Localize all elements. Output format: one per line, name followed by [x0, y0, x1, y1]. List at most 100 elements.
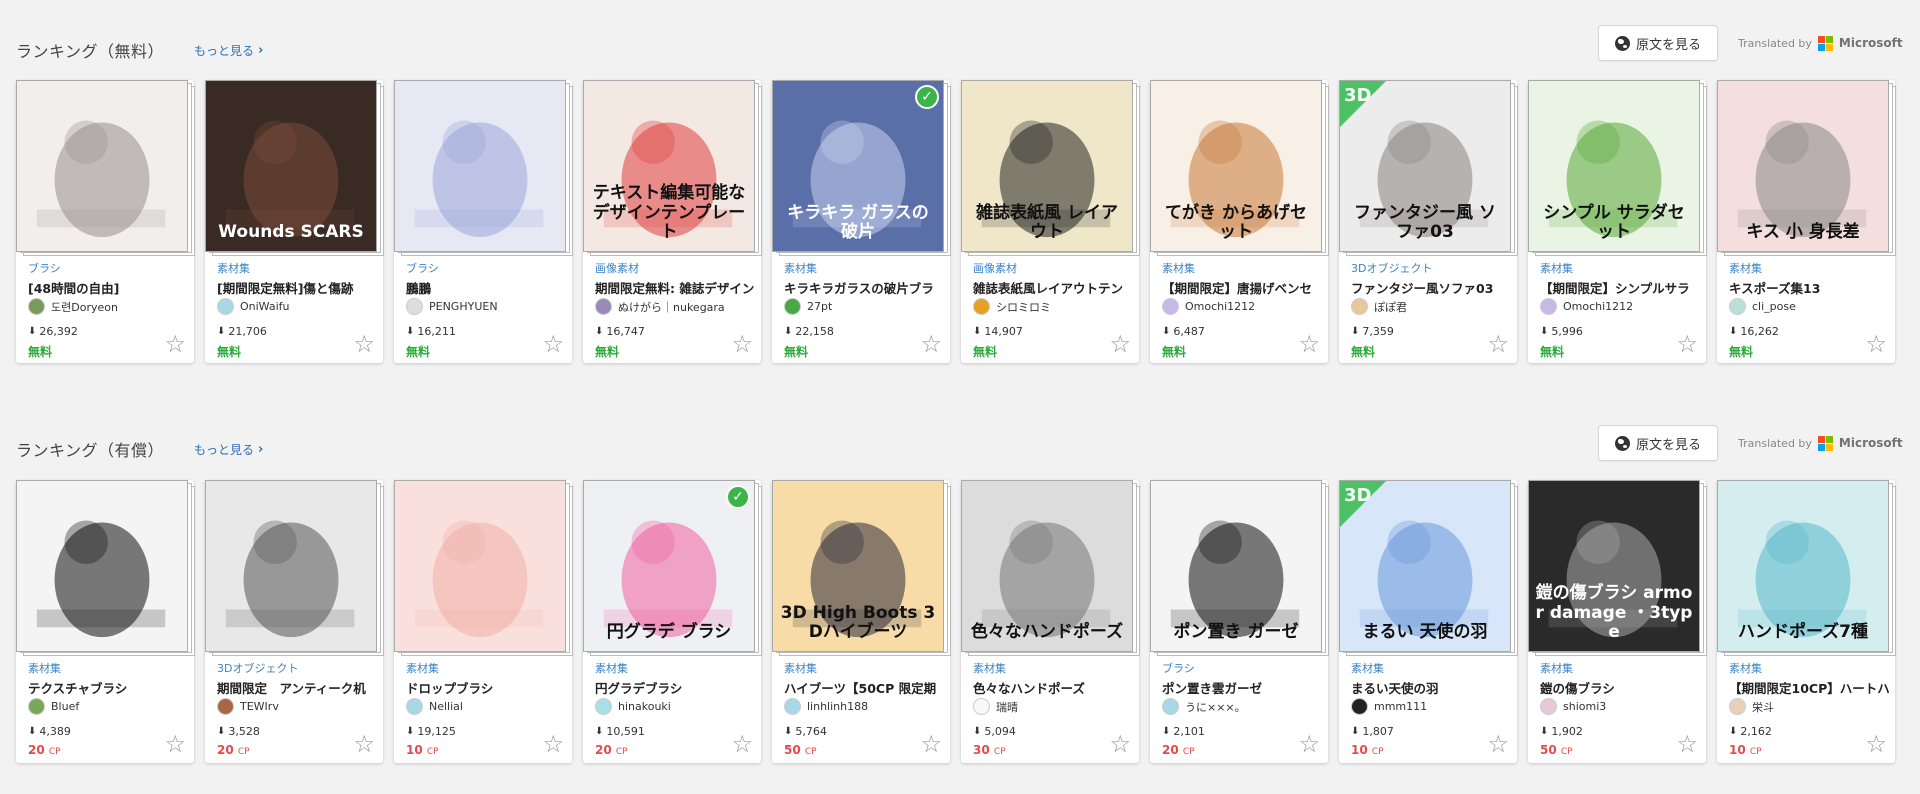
thumbnail-image[interactable]: ポン置き ガーゼ [1150, 480, 1322, 652]
card-category[interactable]: 素材集 [784, 660, 817, 676]
card-title[interactable]: キラキラガラスの破片ブラ [784, 278, 944, 297]
asset-card[interactable]: ブラシ 鵬鵬 PENGHYUEN ⬇ 16,211 無料 ☆ [394, 80, 573, 363]
thumbnail-image[interactable]: シンプル サラダセット [1528, 80, 1700, 252]
card-author[interactable]: 瑞晴 [973, 698, 1133, 715]
card-title[interactable]: 円グラデブラシ [595, 678, 755, 697]
favorite-star-icon[interactable]: ☆ [164, 332, 186, 356]
thumbnail-image[interactable]: キス 小 身長差 [1717, 80, 1889, 252]
card-author[interactable]: TEWIrv [217, 698, 377, 715]
card-title[interactable]: ハイブーツ【50CP 限定期 [784, 678, 944, 697]
thumbnail-image[interactable]: 3D ファンタジー風 ソファ03 [1339, 80, 1511, 252]
asset-card[interactable]: ポン置き ガーゼ ブラシ ポン置き雲ガーゼ うに×××。 ⬇ 2,101 20 CP ☆ [1150, 480, 1329, 763]
favorite-star-icon[interactable]: ☆ [1109, 332, 1131, 356]
card-category[interactable]: 素材集 [1351, 660, 1384, 676]
card-author[interactable]: PENGHYUEN [406, 298, 566, 315]
asset-card[interactable]: シンプル サラダセット 素材集 【期間限定】シンプルサラ Omochi1212 ⬇ 5,9… [1528, 80, 1707, 363]
favorite-star-icon[interactable]: ☆ [164, 732, 186, 756]
thumbnail-image[interactable] [205, 480, 377, 652]
card-category[interactable]: 素材集 [1540, 660, 1573, 676]
card-title[interactable]: 鎧の傷ブラシ [1540, 678, 1700, 697]
asset-card[interactable]: ハンドポーズ7種 素材集 【期間限定10CP】ハートハ 栄斗 ⬇ 2,162 10 CP ☆ [1717, 480, 1896, 763]
card-category[interactable]: 素材集 [973, 660, 1006, 676]
card-author[interactable]: Omochi1212 [1540, 298, 1700, 315]
favorite-star-icon[interactable]: ☆ [920, 732, 942, 756]
card-title[interactable]: 【期間限定】唐揚げベンセ [1162, 278, 1322, 297]
more-link[interactable]: もっと見る › [194, 441, 263, 458]
card-author[interactable]: ぽぽ君 [1351, 298, 1511, 315]
thumbnail-image[interactable]: 色々なハンドポーズ [961, 480, 1133, 652]
asset-card[interactable]: 素材集 ドロップブラシ Nellial ⬇ 19,125 10 CP ☆ [394, 480, 573, 763]
card-author[interactable]: Bluef [28, 698, 188, 715]
asset-card[interactable]: 3D まるい 天使の羽 素材集 まるい天使の羽 mmm111 ⬇ 1,807 10 CP ☆ [1339, 480, 1518, 763]
card-category[interactable]: 素材集 [28, 660, 61, 676]
card-category[interactable]: 素材集 [1729, 260, 1762, 276]
card-title[interactable]: テクスチャブラシ [28, 678, 188, 697]
favorite-star-icon[interactable]: ☆ [542, 732, 564, 756]
asset-card[interactable]: 3Dオブジェクト 期間限定 アンティーク机 TEWIrv ⬇ 3,528 20 CP ☆ [205, 480, 384, 763]
asset-card[interactable]: ブラシ [48時間の自由] 도련Doryeon ⬇ 26,392 無料 ☆ [16, 80, 195, 363]
card-title[interactable]: 【期間限定】シンプルサラ [1540, 278, 1700, 297]
thumbnail-image[interactable] [16, 80, 188, 252]
favorite-star-icon[interactable]: ☆ [353, 732, 375, 756]
asset-card[interactable]: Wounds SCARS 素材集 [期間限定無料]傷と傷跡 OniWaifu ⬇ 21,7… [205, 80, 384, 363]
card-author[interactable]: ぬけがら｜nukegara [595, 298, 755, 315]
favorite-star-icon[interactable]: ☆ [1487, 732, 1509, 756]
more-link[interactable]: もっと見る › [194, 42, 263, 59]
asset-card[interactable]: キス 小 身長差 素材集 キスポーズ集13 cli_pose ⬇ 16,262 無料 ☆ [1717, 80, 1896, 363]
view-original-button[interactable]: 原文を見る [1598, 425, 1718, 461]
card-title[interactable]: 【期間限定10CP】ハートハ [1729, 678, 1889, 697]
thumbnail-image[interactable] [16, 480, 188, 652]
thumbnail-image[interactable]: Wounds SCARS [205, 80, 377, 252]
thumbnail-image[interactable]: 雑誌表紙風 レイアウト [961, 80, 1133, 252]
card-author[interactable]: うに×××。 [1162, 698, 1322, 715]
card-author[interactable]: 도련Doryeon [28, 298, 188, 315]
card-author[interactable]: 栄斗 [1729, 698, 1889, 715]
card-category[interactable]: ブラシ [406, 260, 439, 276]
thumbnail-image[interactable] [394, 480, 566, 652]
favorite-star-icon[interactable]: ☆ [920, 332, 942, 356]
card-title[interactable]: 期間限定無料: 雑誌デザイン [595, 278, 755, 297]
card-author[interactable]: shiomi3 [1540, 698, 1700, 715]
thumbnail-image[interactable] [394, 80, 566, 252]
thumbnail-image[interactable]: テキスト編集可能なデザインテンプレート [583, 80, 755, 252]
thumbnail-image[interactable]: 3D まるい 天使の羽 [1339, 480, 1511, 652]
thumbnail-image[interactable]: ハンドポーズ7種 [1717, 480, 1889, 652]
asset-card[interactable]: 色々なハンドポーズ 素材集 色々なハンドポーズ 瑞晴 ⬇ 5,094 30 CP ☆ [961, 480, 1140, 763]
card-title[interactable]: ドロップブラシ [406, 678, 566, 697]
card-category[interactable]: 画像素材 [595, 260, 639, 276]
favorite-star-icon[interactable]: ☆ [1109, 732, 1131, 756]
card-category[interactable]: 素材集 [784, 260, 817, 276]
card-category[interactable]: ブラシ [28, 260, 61, 276]
card-title[interactable]: 鵬鵬 [406, 278, 566, 297]
card-author[interactable]: mmm111 [1351, 698, 1511, 715]
asset-card[interactable]: テキスト編集可能なデザインテンプレート画像素材期間限定無料: 雑誌デザイン ぬけが… [583, 80, 762, 363]
card-title[interactable]: ポン置き雲ガーゼ [1162, 678, 1322, 697]
favorite-star-icon[interactable]: ☆ [1865, 332, 1887, 356]
card-author[interactable]: linhlinh188 [784, 698, 944, 715]
thumbnail-image[interactable]: 鎧の傷ブラシ armor damage ・3type [1528, 480, 1700, 652]
asset-card[interactable]: 雑誌表紙風 レイアウト 画像素材 雑誌表紙風レイアウトテン シロミロミ ⬇ 14,907 無… [961, 80, 1140, 363]
card-title[interactable]: 雑誌表紙風レイアウトテン [973, 278, 1133, 297]
card-title[interactable]: 色々なハンドポーズ [973, 678, 1133, 697]
card-author[interactable]: Omochi1212 [1162, 298, 1322, 315]
card-category[interactable]: 素材集 [1540, 260, 1573, 276]
card-category[interactable]: 素材集 [406, 660, 439, 676]
card-category[interactable]: ブラシ [1162, 660, 1195, 676]
card-author[interactable]: hinakouki [595, 698, 755, 715]
asset-card[interactable]: 鎧の傷ブラシ armor damage ・3type 素材集鎧の傷ブラシ shiom… [1528, 480, 1707, 763]
card-title[interactable]: [期間限定無料]傷と傷跡 [217, 278, 377, 297]
view-original-button[interactable]: 原文を見る [1598, 25, 1718, 61]
favorite-star-icon[interactable]: ☆ [1298, 332, 1320, 356]
card-category[interactable]: 素材集 [1729, 660, 1762, 676]
thumbnail-image[interactable]: 3D High Boots 3Dハイブーツ [772, 480, 944, 652]
card-author[interactable]: シロミロミ [973, 298, 1133, 315]
thumbnail-image[interactable]: 円グラデ ブラシ ✓ [583, 480, 755, 652]
asset-card[interactable]: 円グラデ ブラシ ✓ 素材集 円グラデブラシ hinakouki ⬇ 10,591 20 CP… [583, 480, 762, 763]
asset-card[interactable]: 素材集 テクスチャブラシ Bluef ⬇ 4,389 20 CP ☆ [16, 480, 195, 763]
card-title[interactable]: ファンタジー風ソファ03 [1351, 278, 1511, 297]
card-author[interactable]: OniWaifu [217, 298, 377, 315]
card-author[interactable]: 27pt [784, 298, 944, 315]
card-title[interactable]: [48時間の自由] [28, 278, 188, 297]
card-category[interactable]: 素材集 [595, 660, 628, 676]
card-author[interactable]: cli_pose [1729, 298, 1889, 315]
